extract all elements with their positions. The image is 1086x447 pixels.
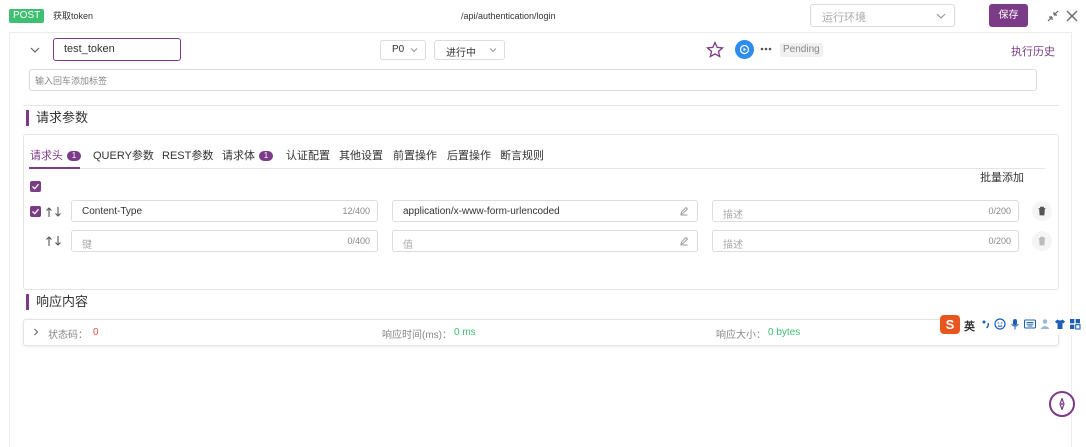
response-time-value: 0 ms [454, 327, 476, 338]
batch-add-button[interactable]: 批量添加 [980, 169, 1024, 185]
response-size-value: 0 bytes [768, 327, 801, 338]
delete-row-button[interactable] [1032, 201, 1052, 221]
response-size-label: 响应大小： [716, 330, 766, 341]
compass-icon [1059, 398, 1065, 410]
tab-label: 请求头 [30, 150, 63, 162]
tab-assertion-rules[interactable]: 断言规则 [500, 150, 544, 163]
chevron-down-icon [489, 48, 497, 53]
chevron-down-icon [410, 48, 418, 53]
case-name-input[interactable]: test_token [53, 38, 181, 61]
header-key-field[interactable]: Content-Type 12/400 [71, 200, 378, 222]
tab-bar-divider [29, 168, 1045, 169]
status-code-label: 状态码： [48, 330, 88, 341]
tab-active-indicator [29, 167, 80, 169]
char-count: 0/400 [347, 236, 370, 246]
sort-arrows-icon[interactable] [45, 235, 63, 247]
count-badge: 1 [259, 151, 273, 161]
tab-other-settings[interactable]: 其他设置 [339, 150, 383, 163]
key-placeholder: 键 [82, 240, 92, 251]
header-description-field[interactable]: 描述 0/200 [712, 200, 1019, 222]
tab-rest-params[interactable]: REST参数 [162, 150, 213, 163]
status-code-value: 0 [93, 327, 99, 338]
close-icon[interactable] [1065, 9, 1079, 23]
tab-post-operations[interactable]: 后置操作 [447, 150, 491, 163]
api-path: /api/authentication/login [461, 11, 556, 21]
char-count: 12/400 [342, 206, 370, 216]
environment-select[interactable]: 运行环境 [810, 4, 955, 27]
status-select[interactable]: 进行中 [434, 40, 505, 60]
delete-row-button[interactable] [1032, 231, 1052, 251]
sort-arrows-icon[interactable] [45, 206, 63, 218]
trash-icon [1038, 206, 1046, 216]
header-value-field[interactable]: application/x-www-form-urlencoded [392, 200, 698, 222]
collapse-arrows-icon[interactable] [1046, 9, 1060, 23]
priority-value: P0 [392, 44, 405, 55]
ime-toolbar: S 英 [940, 315, 1086, 335]
floating-compass-button[interactable] [1049, 391, 1075, 417]
row-checkbox[interactable] [30, 206, 41, 217]
header-value-field[interactable]: 值 [392, 230, 698, 252]
header-key-value: Content-Type [82, 206, 143, 217]
run-status-badge: Pending [780, 43, 823, 57]
check-icon [32, 208, 39, 215]
char-count: 0/200 [988, 236, 1011, 246]
tab-label: 请求体 [222, 150, 255, 162]
tab-pre-operations[interactable]: 前置操作 [393, 150, 437, 163]
chevron-right-icon[interactable] [31, 327, 41, 337]
shirt-icon[interactable] [1054, 318, 1066, 330]
emoji-icon[interactable] [994, 318, 1006, 330]
header-description-field[interactable]: 描述 0/200 [712, 230, 1019, 252]
chevron-down-icon [936, 13, 946, 19]
ime-mode-toggle[interactable]: 英 [964, 318, 975, 334]
punctuation-icon[interactable] [980, 318, 992, 330]
star-icon[interactable] [706, 41, 724, 59]
edit-pencil-icon[interactable] [679, 206, 689, 216]
environment-select-placeholder: 运行环境 [822, 12, 866, 24]
count-badge: 1 [67, 151, 81, 161]
divider [23, 105, 1059, 106]
chevron-down-icon[interactable] [29, 44, 41, 56]
more-icon[interactable] [760, 46, 772, 52]
check-icon [32, 183, 39, 190]
tab-query-params[interactable]: QUERY参数 [93, 150, 154, 163]
method-badge: POST [9, 9, 45, 23]
header-value-text: application/x-www-form-urlencoded [403, 206, 560, 217]
microphone-icon[interactable] [1009, 318, 1021, 330]
top-bar: POST 获取token /api/authentication/login 运… [0, 0, 1086, 32]
skin-person-icon[interactable] [1039, 318, 1051, 330]
edit-pencil-icon[interactable] [679, 236, 689, 246]
execution-history-link[interactable]: 执行历史 [1011, 43, 1055, 59]
response-time-label: 响应时间(ms)： [382, 330, 452, 341]
tab-request-headers[interactable]: 请求头 1 [30, 150, 81, 163]
keyboard-icon[interactable] [1024, 318, 1036, 330]
select-all-checkbox[interactable] [30, 181, 41, 192]
save-button[interactable]: 保存 [989, 4, 1028, 27]
tab-auth-config[interactable]: 认证配置 [286, 150, 330, 163]
description-placeholder: 描述 [723, 210, 743, 221]
grid-apps-icon[interactable] [1069, 318, 1081, 330]
trash-icon [1038, 236, 1046, 246]
header-key-field[interactable]: 键 0/400 [71, 230, 378, 252]
response-title: 响应内容 [25, 294, 88, 310]
ime-logo-icon[interactable]: S [940, 315, 960, 334]
tag-input[interactable]: 输入回车添加标签 [29, 69, 1037, 91]
description-placeholder: 描述 [723, 240, 743, 251]
char-count: 0/200 [988, 206, 1011, 216]
run-icon[interactable] [735, 40, 754, 59]
value-placeholder: 值 [403, 240, 413, 251]
tab-request-body[interactable]: 请求体 1 [222, 150, 273, 163]
status-value: 进行中 [446, 48, 476, 59]
priority-select[interactable]: P0 [380, 40, 426, 60]
api-name: 获取token [53, 11, 94, 21]
request-params-title: 请求参数 [25, 110, 88, 126]
response-summary-bar[interactable] [23, 319, 1059, 346]
